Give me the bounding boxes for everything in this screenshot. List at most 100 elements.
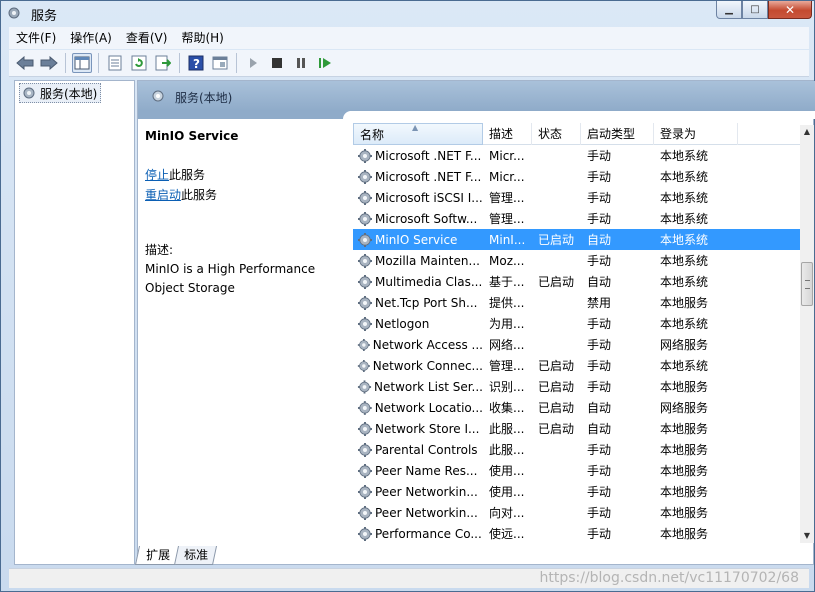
cell-status: 已启动 <box>538 422 575 436</box>
start-service-button[interactable] <box>243 53 263 73</box>
cell-name: Multimedia Clas... <box>353 274 483 290</box>
services-list: ▲ 名称 描述 状态 启动类型 登录为 Microsoft .NET F... M… <box>353 123 800 543</box>
cell-name: Microsoft iSCSI I... <box>353 190 483 206</box>
cell-logon-as: 网络服务 <box>660 401 709 415</box>
description-text: MinIO is a High Performance Object Stora… <box>145 262 316 295</box>
table-row[interactable]: Mozilla Mainten... Moz... 手动 本地系统 <box>353 250 800 271</box>
title-bar[interactable]: 服务 ▁ □ ✕ <box>1 1 815 25</box>
table-row[interactable]: Network Store I... 此服... 已启动 自动 本地服务 <box>353 418 800 439</box>
cell-name: Performance Co... <box>353 526 483 542</box>
stop-service-icon <box>272 58 282 68</box>
console-tree-button[interactable] <box>72 53 92 73</box>
cell-name: Network Connec... <box>353 358 483 374</box>
help-button[interactable]: ? <box>186 53 206 73</box>
vertical-scrollbar[interactable]: ▲ ▼ <box>800 125 814 543</box>
services-gear-icon <box>8 7 20 19</box>
cell-startup-type: 自动 <box>587 233 612 247</box>
table-row[interactable]: Network Access ... 网络... 手动 网络服务 <box>353 334 800 355</box>
export-list-button[interactable] <box>153 53 173 73</box>
menu-action[interactable]: 操作(A) <box>63 27 119 49</box>
service-detail-panel: MinIO Service 停止此服务 重启动此服务 描述: MinIO is … <box>145 129 345 298</box>
cell-name: Microsoft .NET F... <box>353 169 483 185</box>
restart-service-link[interactable]: 重启动 <box>145 188 181 202</box>
view-button[interactable] <box>210 53 230 73</box>
table-row[interactable]: Network Connec... 管理... 已启动 手动 本地系统 <box>353 355 800 376</box>
minimize-button[interactable]: ▁ <box>716 1 742 19</box>
cell-startup-type: 手动 <box>587 443 612 457</box>
cell-startup-type: 手动 <box>587 212 612 226</box>
console-tree: 服务(本地) <box>14 80 135 565</box>
table-row[interactable]: Performance Co... 使远... 手动 本地服务 <box>353 523 800 543</box>
scroll-thumb[interactable] <box>801 262 813 306</box>
cell-logon-as: 本地服务 <box>660 380 709 394</box>
cell-name: Parental Controls <box>353 442 483 458</box>
table-row[interactable]: Netlogon 为用... 手动 本地系统 <box>353 313 800 334</box>
cell-logon-as: 本地服务 <box>660 506 709 520</box>
cell-status: 已启动 <box>538 233 575 247</box>
table-row[interactable]: Microsoft .NET F... Micr... 手动 本地系统 <box>353 166 800 187</box>
menu-view[interactable]: 查看(V) <box>119 27 175 49</box>
column-header-status[interactable]: 状态 <box>532 123 581 145</box>
service-gear-icon <box>358 148 372 163</box>
restart-service-button[interactable] <box>315 53 335 73</box>
properties-button[interactable] <box>105 53 125 73</box>
tab-extended[interactable]: 扩展 <box>134 546 180 565</box>
cell-startup-type: 手动 <box>587 464 612 478</box>
table-row[interactable]: Peer Networkin... 使用... 手动 本地服务 <box>353 481 800 502</box>
cell-startup-type: 自动 <box>587 422 612 436</box>
table-row[interactable]: Peer Networkin... 向对... 手动 本地服务 <box>353 502 800 523</box>
table-row[interactable]: Network Locatio... 收集... 已启动 自动 网络服务 <box>353 397 800 418</box>
tree-item-services-local[interactable]: 服务(本地) <box>19 83 102 103</box>
menu-file[interactable]: 文件(F) <box>9 27 63 49</box>
table-row[interactable]: Parental Controls 此服... 手动 本地服务 <box>353 439 800 460</box>
column-header-description[interactable]: 描述 <box>483 123 532 145</box>
table-row[interactable]: Microsoft Softw... 管理... 手动 本地系统 <box>353 208 800 229</box>
column-header-startup-type[interactable]: 启动类型 <box>581 123 654 145</box>
stop-service-suffix: 此服务 <box>169 168 206 182</box>
table-row[interactable]: MinIO Service MinI... 已启动 自动 本地系统 <box>353 229 800 250</box>
pane-header-title: 服务(本地) <box>175 91 233 105</box>
column-header-name[interactable]: ▲ 名称 <box>353 123 483 145</box>
menu-bar: 文件(F) 操作(A) 查看(V) 帮助(H) <box>9 27 809 49</box>
table-row[interactable]: Peer Name Res... 使用... 手动 本地服务 <box>353 460 800 481</box>
scroll-down-arrow-icon[interactable]: ▼ <box>800 529 814 543</box>
tab-standard[interactable]: 标准 <box>172 546 218 565</box>
status-bar: https://blog.csdn.net/vc11170702/68 <box>9 568 809 588</box>
menu-help[interactable]: 帮助(H) <box>174 27 230 49</box>
column-header-logon-as[interactable]: 登录为 <box>654 123 738 145</box>
console-tree-icon <box>74 56 90 70</box>
stop-service-line: 停止此服务 <box>145 165 345 185</box>
service-gear-icon <box>358 442 372 457</box>
stop-service-button[interactable] <box>267 53 287 73</box>
cell-logon-as: 本地系统 <box>660 212 709 226</box>
table-row[interactable]: Network List Ser... 识别... 已启动 手动 本地服务 <box>353 376 800 397</box>
toolbar-separator <box>236 53 237 73</box>
cell-description: 管理... <box>489 191 525 205</box>
pause-service-button[interactable] <box>291 53 311 73</box>
back-button[interactable] <box>15 53 35 73</box>
table-row[interactable]: Multimedia Clas... 基于... 已启动 自动 本地系统 <box>353 271 800 292</box>
cell-startup-type: 手动 <box>587 485 612 499</box>
tree-item-label: 服务(本地) <box>40 86 98 101</box>
table-row[interactable]: Microsoft iSCSI I... 管理... 手动 本地系统 <box>353 187 800 208</box>
services-window: 服务 ▁ □ ✕ 文件(F) 操作(A) 查看(V) 帮助(H) ? 服务(本地… <box>0 0 815 592</box>
cell-description: Micr... <box>489 169 525 184</box>
view-tabs: 扩展 标准 <box>134 546 218 566</box>
close-button[interactable]: ✕ <box>768 1 812 19</box>
cell-name: Net.Tcp Port Sh... <box>353 295 483 311</box>
cell-startup-type: 手动 <box>587 506 612 520</box>
cell-logon-as: 本地系统 <box>660 359 709 373</box>
service-gear-icon <box>357 359 370 372</box>
cell-startup-type: 手动 <box>587 149 612 163</box>
forward-button[interactable] <box>39 53 59 73</box>
toolbar-separator <box>98 53 99 73</box>
table-row[interactable]: Microsoft .NET F... Micr... 手动 本地系统 <box>353 145 800 166</box>
scroll-up-arrow-icon[interactable]: ▲ <box>800 125 814 139</box>
stop-service-link[interactable]: 停止 <box>145 168 169 182</box>
cell-startup-type: 手动 <box>587 338 612 352</box>
refresh-button[interactable] <box>129 53 149 73</box>
service-gear-icon <box>358 274 372 289</box>
table-row[interactable]: Net.Tcp Port Sh... 提供... 禁用 本地服务 <box>353 292 800 313</box>
maximize-button[interactable]: □ <box>742 1 768 19</box>
selected-service-name: MinIO Service <box>145 129 239 143</box>
